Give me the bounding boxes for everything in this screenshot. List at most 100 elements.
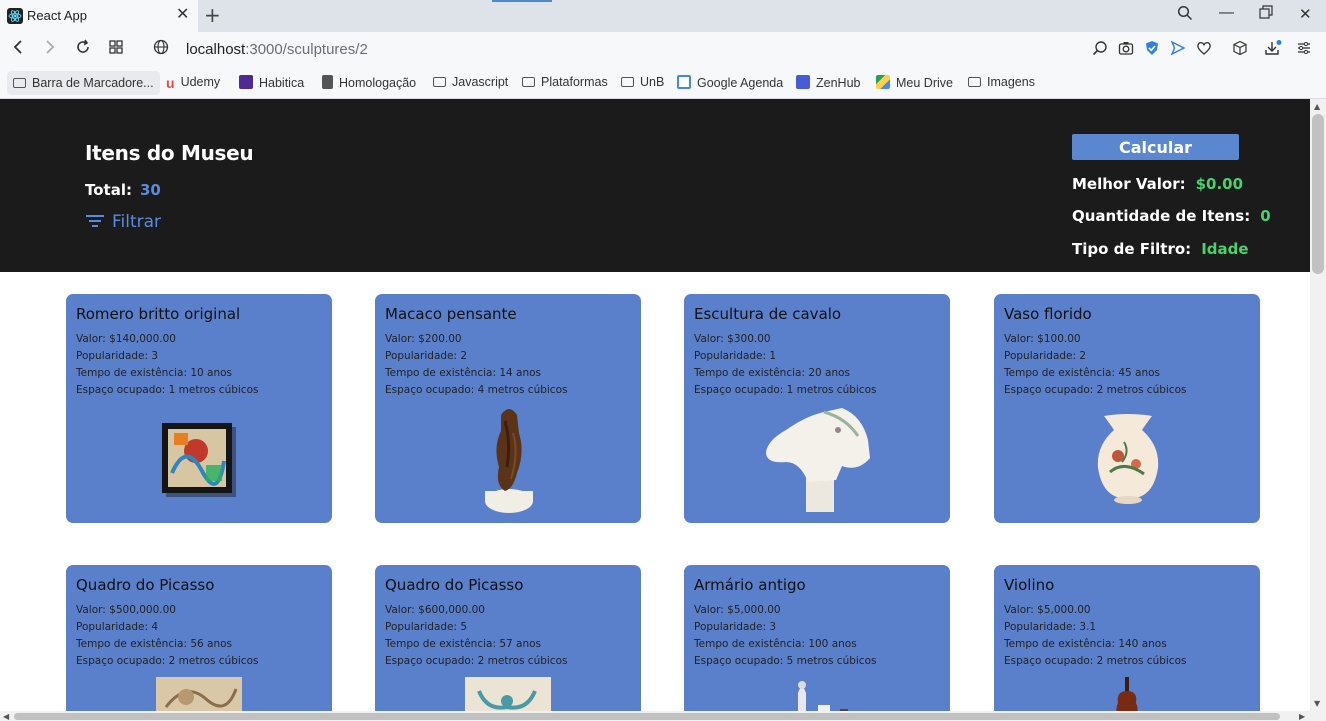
item-card[interactable]: Escultura de cavalo Valor: $300.00 Popul… xyxy=(684,294,950,523)
bookmark-label: Plataformas xyxy=(541,75,608,89)
bookmark-item[interactable]: Plataformas xyxy=(522,75,608,89)
folder-icon xyxy=(433,77,446,87)
calculate-button[interactable]: Calcular xyxy=(1072,134,1239,160)
close-window-icon[interactable]: ✕ xyxy=(1299,5,1312,23)
item-space: Espaço ocupado: 2 metros cúbicos xyxy=(1004,655,1187,667)
bookmark-label: Barra de Marcadore... xyxy=(32,76,154,90)
item-age: Tempo de existência: 100 anos xyxy=(694,638,857,650)
zoom-search-icon[interactable] xyxy=(1092,40,1108,60)
forward-icon[interactable] xyxy=(42,39,58,60)
search-tabs-icon[interactable] xyxy=(1177,5,1193,25)
item-card[interactable]: Vaso florido Valor: $100.00 Popularidade… xyxy=(994,294,1260,523)
best-value-label: Melhor Valor: xyxy=(1072,175,1186,193)
scroll-down-icon[interactable]: ▼ xyxy=(1314,699,1320,708)
minimize-icon[interactable]: ― xyxy=(1219,3,1234,21)
item-card[interactable]: Romero britto original Valor: $140,000.0… xyxy=(66,294,332,523)
item-value: Valor: $600,000.00 xyxy=(385,604,485,616)
item-popularity: Popularidade: 3 xyxy=(694,621,777,633)
zenhub-icon xyxy=(796,75,810,89)
item-image xyxy=(1094,412,1162,508)
close-tab-icon[interactable]: ✕ xyxy=(176,4,189,24)
item-card[interactable]: Quadro do Picasso Valor: $600,000.00 Pop… xyxy=(375,565,641,721)
item-popularity: Popularidade: 5 xyxy=(385,621,468,633)
browser-tab[interactable]: React App ✕ xyxy=(0,0,198,32)
item-age: Tempo de existência: 57 anos xyxy=(385,638,541,650)
item-popularity: Popularidade: 3 xyxy=(76,350,159,362)
bookmark-label: Google Agenda xyxy=(697,76,784,90)
scroll-right-icon[interactable]: ▶ xyxy=(1299,712,1305,721)
museum-header: Itens do Museu Total: 30 Filtrar Calcular… xyxy=(0,99,1310,272)
document-icon xyxy=(322,75,333,89)
cube-icon[interactable] xyxy=(1232,40,1248,60)
item-card[interactable]: Armário antigo Valor: $5,000.00 Populari… xyxy=(684,565,950,721)
filter-label: Filtrar xyxy=(112,212,162,232)
speed-dial-icon[interactable] xyxy=(108,39,124,60)
item-name: Macaco pensante xyxy=(385,305,517,323)
folder-icon xyxy=(522,77,535,87)
filter-icon xyxy=(86,214,104,228)
filter-type: Tipo de Filtro: Idade xyxy=(1072,240,1249,258)
globe-icon[interactable] xyxy=(153,39,169,60)
item-age: Tempo de existência: 56 anos xyxy=(76,638,232,650)
bookmark-item[interactable]: Homologação xyxy=(322,75,416,90)
item-space: Espaço ocupado: 4 metros cúbicos xyxy=(385,384,568,396)
item-space: Espaço ocupado: 2 metros cúbicos xyxy=(76,655,259,667)
item-age: Tempo de existência: 20 anos xyxy=(694,367,850,379)
scroll-up-icon[interactable]: ▲ xyxy=(1314,102,1320,111)
bookmark-label: Habitica xyxy=(259,76,305,90)
settings-sliders-icon[interactable] xyxy=(1296,40,1312,60)
item-name: Vaso florido xyxy=(1004,305,1092,323)
folder-icon xyxy=(968,77,981,87)
restore-icon[interactable] xyxy=(1259,5,1273,23)
bookmark-item[interactable]: ZenHub xyxy=(796,75,860,90)
scroll-left-icon[interactable]: ◀ xyxy=(3,712,9,721)
item-space: Espaço ocupado: 2 metros cúbicos xyxy=(385,655,568,667)
url-field[interactable]: localhost:3000/sculptures/2 xyxy=(186,41,368,58)
google-drive-icon xyxy=(876,75,890,89)
bookmark-label: Meu Drive xyxy=(896,76,953,90)
item-card[interactable]: Violino Valor: $5,000.00 Popularidade: 3… xyxy=(994,565,1260,721)
vertical-scrollbar-thumb[interactable] xyxy=(1312,114,1324,274)
bookmark-item[interactable]: Habitica xyxy=(239,75,304,90)
item-age: Tempo de existência: 45 anos xyxy=(1004,367,1160,379)
item-age: Tempo de existência: 10 anos xyxy=(76,367,232,379)
url-host: localhost xyxy=(186,41,246,58)
udemy-icon: u xyxy=(166,75,175,91)
google-calendar-icon xyxy=(677,75,691,89)
horizontal-scrollbar-thumb[interactable] xyxy=(14,713,1280,720)
bookmark-label: ZenHub xyxy=(816,76,861,90)
item-space: Espaço ocupado: 1 metros cúbicos xyxy=(694,384,877,396)
bookmark-item[interactable]: u Udemy xyxy=(166,75,221,91)
bookmark-item[interactable]: Javascript xyxy=(433,75,508,89)
camera-icon[interactable] xyxy=(1118,40,1134,60)
back-icon[interactable] xyxy=(10,39,26,60)
item-card[interactable]: Macaco pensante Valor: $200.00 Popularid… xyxy=(375,294,641,523)
item-value: Valor: $5,000.00 xyxy=(1004,604,1091,616)
shield-icon[interactable] xyxy=(1144,40,1160,60)
item-popularity: Popularidade: 1 xyxy=(694,350,777,362)
reload-icon[interactable] xyxy=(75,39,91,60)
item-card[interactable]: Quadro do Picasso Valor: $500,000.00 Pop… xyxy=(66,565,332,721)
filter-type-value: Idade xyxy=(1201,240,1249,258)
bookmark-item[interactable]: Barra de Marcadore... xyxy=(7,71,160,95)
filter-type-label: Tipo de Filtro: xyxy=(1072,240,1192,258)
tab-indicator xyxy=(492,0,552,2)
new-tab-icon[interactable]: + xyxy=(204,3,221,27)
folder-icon xyxy=(621,77,634,87)
heart-icon[interactable] xyxy=(1196,40,1212,60)
bookmark-label: Javascript xyxy=(452,75,509,89)
item-quantity-value: 0 xyxy=(1260,207,1271,225)
bookmark-item[interactable]: Imagens xyxy=(968,75,1035,89)
bookmark-item[interactable]: UnB xyxy=(621,75,664,89)
send-icon[interactable] xyxy=(1170,40,1186,60)
total-label: Total: xyxy=(85,181,132,199)
download-icon[interactable] xyxy=(1264,40,1282,60)
page-title: Itens do Museu xyxy=(85,141,254,165)
bookmark-item[interactable]: Meu Drive xyxy=(876,75,953,90)
filter-button[interactable]: Filtrar xyxy=(86,212,161,232)
habitica-icon xyxy=(239,75,253,89)
bookmark-label: Udemy xyxy=(180,75,221,89)
item-popularity: Popularidade: 2 xyxy=(385,350,468,362)
bookmark-item[interactable]: Google Agenda xyxy=(677,75,783,90)
bookmark-label: Imagens xyxy=(987,75,1035,89)
